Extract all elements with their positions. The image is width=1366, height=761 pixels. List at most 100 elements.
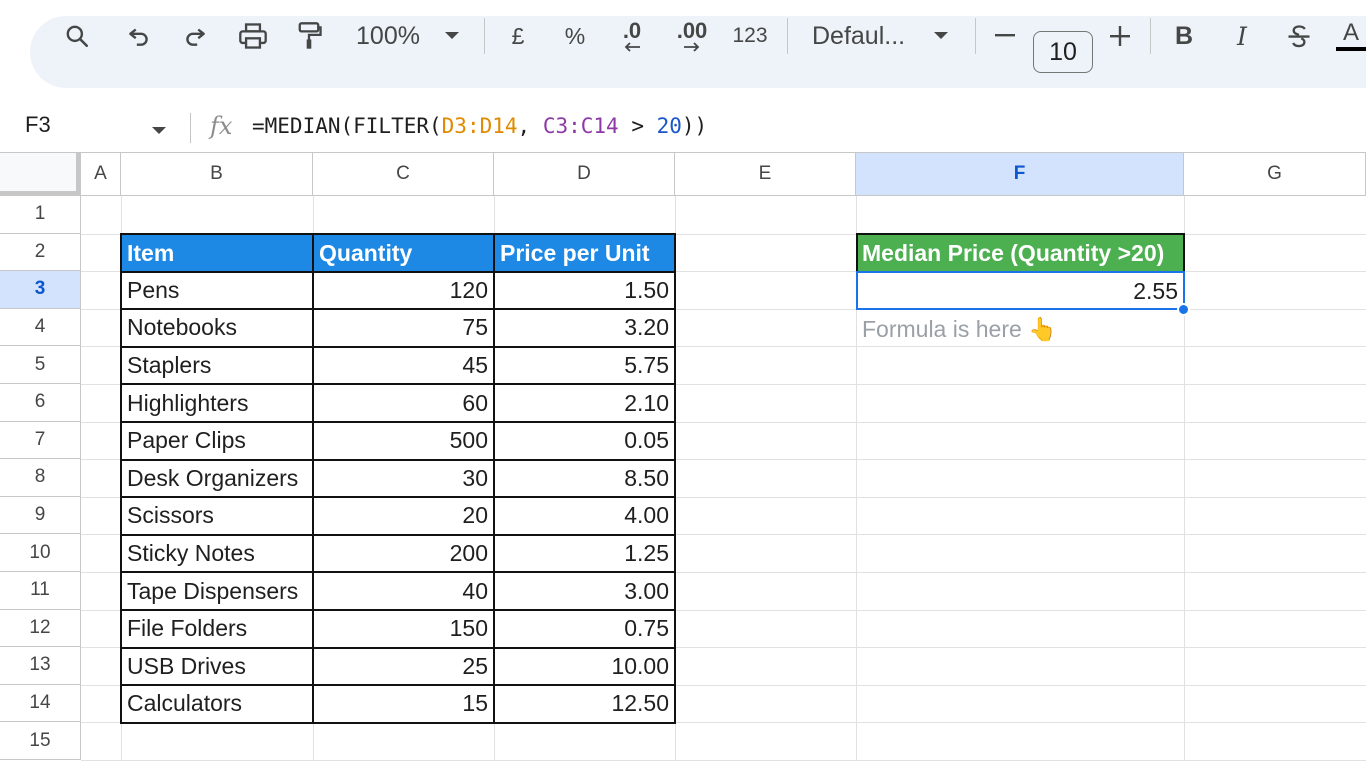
text-color-label: A <box>1342 19 1359 46</box>
median-header-cell[interactable]: Median Price (Quantity >20) <box>856 234 1184 272</box>
row-header[interactable]: 6 <box>0 384 81 422</box>
quantity-cell[interactable]: 60 <box>313 384 494 422</box>
increase-font-size-icon[interactable] <box>1108 0 1132 72</box>
quantity-cell[interactable]: 30 <box>313 460 494 498</box>
median-result-cell[interactable]: 2.55 <box>856 272 1184 310</box>
formula-part: > <box>618 114 657 138</box>
table-border <box>120 646 676 649</box>
formula-input[interactable]: =MEDIAN(FILTER(D3:D14, C3:C14 > 20)) <box>252 114 707 138</box>
font-dropdown-icon[interactable] <box>930 0 952 72</box>
undo-icon[interactable] <box>124 0 154 72</box>
quantity-cell[interactable]: 45 <box>313 347 494 385</box>
column-header-b[interactable]: B <box>121 152 313 196</box>
row-header[interactable]: 10 <box>0 534 81 572</box>
price-cell[interactable]: 3.20 <box>494 309 675 347</box>
item-cell[interactable]: Desk Organizers <box>121 460 313 498</box>
column-header-f[interactable]: F <box>856 152 1184 196</box>
percent-format-button[interactable]: % <box>562 0 588 72</box>
paint-format-icon[interactable] <box>294 0 324 72</box>
name-box[interactable]: F3 <box>25 112 51 138</box>
price-cell[interactable]: 2.10 <box>494 384 675 422</box>
price-cell[interactable]: 0.75 <box>494 610 675 648</box>
item-cell[interactable]: Notebooks <box>121 309 313 347</box>
quantity-cell[interactable]: 40 <box>313 572 494 610</box>
currency-format-button[interactable]: £ <box>506 0 530 72</box>
quantity-cell[interactable]: 75 <box>313 309 494 347</box>
quantity-cell[interactable]: 120 <box>313 272 494 310</box>
formula-note-cell[interactable]: Formula is here 👆 <box>856 310 1184 348</box>
price-cell[interactable]: 5.75 <box>494 347 675 385</box>
select-all-corner[interactable] <box>0 152 81 196</box>
row-header[interactable]: 9 <box>0 496 81 535</box>
table-border <box>120 496 676 499</box>
row-header[interactable]: 15 <box>0 722 81 760</box>
print-icon[interactable] <box>236 0 270 72</box>
quantity-cell[interactable]: 25 <box>313 648 494 686</box>
strikethrough-icon[interactable] <box>1284 0 1314 72</box>
formula-part: , <box>517 114 543 138</box>
table-header-quantity[interactable]: Quantity <box>313 234 494 272</box>
text-color-button[interactable]: A <box>1336 0 1366 72</box>
price-cell[interactable]: 0.05 <box>494 422 675 460</box>
decrease-font-size-icon[interactable] <box>993 0 1017 72</box>
decrease-decimal-button[interactable]: .0 <box>612 0 652 72</box>
row-header[interactable]: 13 <box>0 647 81 685</box>
quantity-cell[interactable]: 200 <box>313 535 494 573</box>
font-size-input[interactable]: 10 <box>1033 31 1093 73</box>
table-header-price[interactable]: Price per Unit <box>494 234 675 272</box>
item-cell[interactable]: Sticky Notes <box>121 535 313 573</box>
bold-button[interactable]: B <box>1172 0 1196 72</box>
item-cell[interactable]: Paper Clips <box>121 422 313 460</box>
zoom-dropdown-icon[interactable] <box>440 0 464 72</box>
redo-icon[interactable] <box>180 0 210 72</box>
decrease-decimal-label: .0 <box>622 18 642 43</box>
spreadsheet-grid[interactable]: A B C D E F G 1 2 3 4 5 6 7 8 9 10 11 12 13 14 15 Pens… <box>0 152 1366 761</box>
price-cell[interactable]: 12.50 <box>494 685 675 723</box>
price-cell[interactable]: 4.00 <box>494 497 675 535</box>
column-header-a[interactable]: A <box>81 152 121 196</box>
column-header-e[interactable]: E <box>675 152 856 196</box>
quantity-cell[interactable]: 500 <box>313 422 494 460</box>
row-header[interactable]: 1 <box>0 196 81 234</box>
item-cell[interactable]: Scissors <box>121 497 313 535</box>
item-cell[interactable]: Tape Dispensers <box>121 572 313 610</box>
row-header[interactable]: 11 <box>0 572 81 610</box>
increase-decimal-button[interactable]: .00 <box>672 0 712 72</box>
item-cell[interactable]: File Folders <box>121 610 313 648</box>
number-format-button[interactable]: 123 <box>730 0 770 72</box>
table-border <box>493 233 495 724</box>
row-header[interactable]: 3 <box>0 271 81 309</box>
row-header[interactable]: 5 <box>0 346 81 384</box>
quantity-cell[interactable]: 15 <box>313 685 494 723</box>
quantity-cell[interactable]: 20 <box>313 497 494 535</box>
item-cell[interactable]: USB Drives <box>121 648 313 686</box>
price-cell[interactable]: 1.50 <box>494 272 675 310</box>
italic-button[interactable]: I <box>1230 0 1254 72</box>
table-header-item[interactable]: Item <box>121 234 313 272</box>
arrow-left-icon <box>624 42 640 52</box>
row-header[interactable]: 14 <box>0 684 81 723</box>
row-header[interactable]: 12 <box>0 609 81 648</box>
table-border <box>120 308 676 311</box>
gridline <box>1184 196 1185 761</box>
item-cell[interactable]: Calculators <box>121 685 313 723</box>
name-box-dropdown-icon[interactable] <box>152 122 166 140</box>
price-cell[interactable]: 10.00 <box>494 648 675 686</box>
item-cell[interactable]: Highlighters <box>121 384 313 422</box>
column-header-c[interactable]: C <box>313 152 494 196</box>
row-header[interactable]: 8 <box>0 459 81 497</box>
row-header[interactable]: 2 <box>0 233 81 272</box>
price-cell[interactable]: 3.00 <box>494 572 675 610</box>
row-header[interactable]: 4 <box>0 308 81 347</box>
price-cell[interactable]: 8.50 <box>494 460 675 498</box>
price-cell[interactable]: 1.25 <box>494 535 675 573</box>
search-icon[interactable] <box>62 0 92 72</box>
font-family-select[interactable]: Defaul... <box>812 0 912 72</box>
item-cell[interactable]: Staplers <box>121 347 313 385</box>
zoom-select[interactable]: 100% <box>352 0 424 72</box>
row-header[interactable]: 7 <box>0 421 81 460</box>
quantity-cell[interactable]: 150 <box>313 610 494 648</box>
column-header-g[interactable]: G <box>1184 152 1366 196</box>
item-cell[interactable]: Pens <box>121 272 313 310</box>
column-header-d[interactable]: D <box>494 152 675 196</box>
